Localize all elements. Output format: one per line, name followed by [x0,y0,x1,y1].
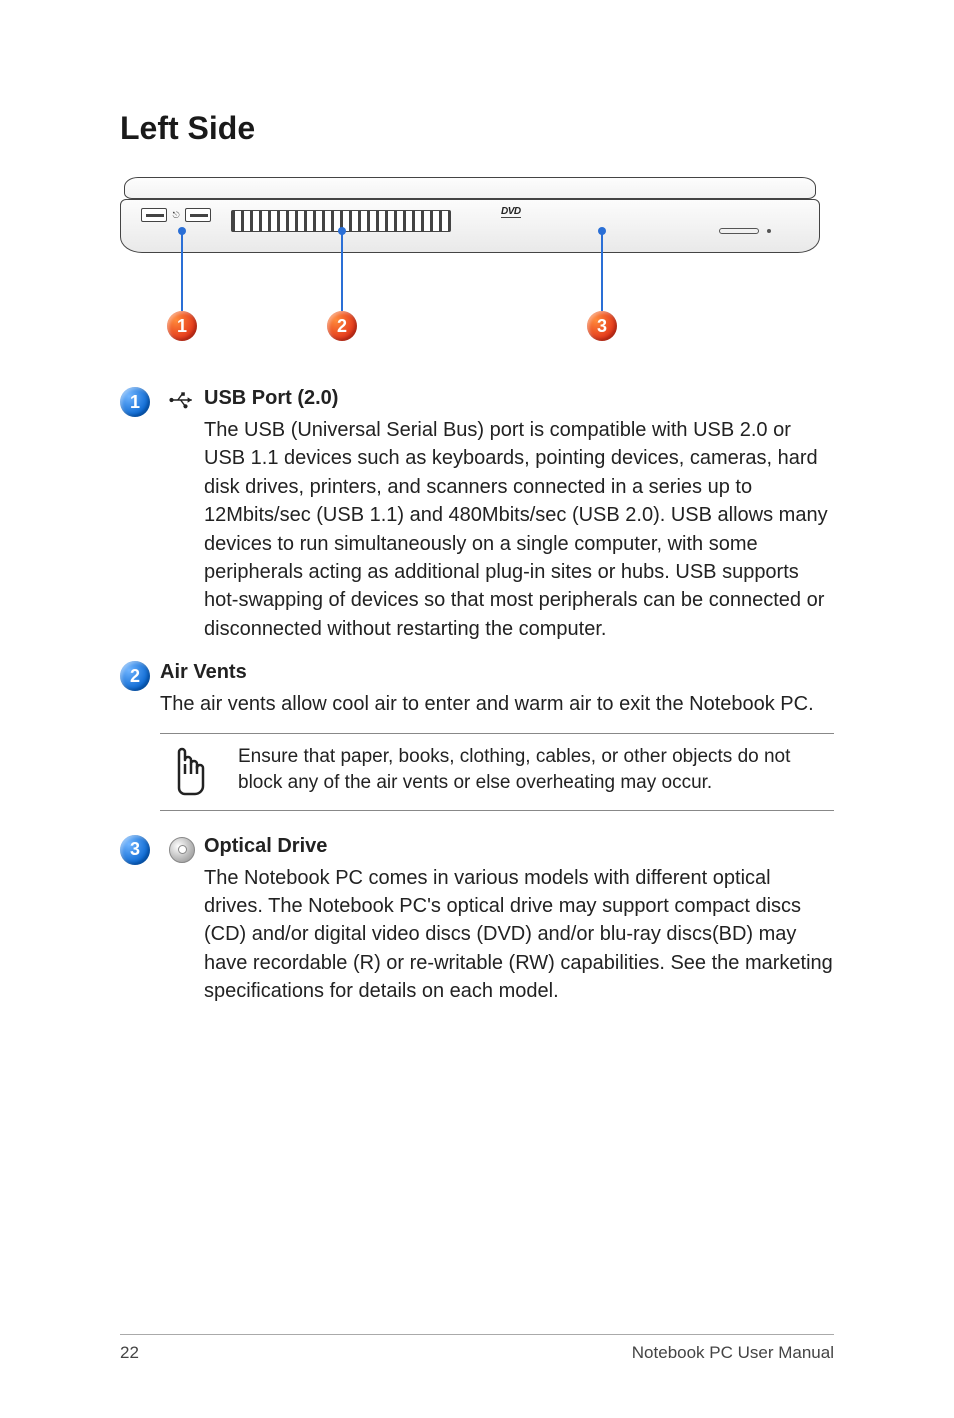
callout-2-badge: 2 [327,311,357,341]
page-footer: 22 Notebook PC User Manual [120,1334,834,1363]
laptop-illustration: ⎋ DVD [120,177,820,257]
footer-title: Notebook PC User Manual [632,1343,834,1363]
usb-ports-graphic: ⎋ [141,208,213,224]
dvd-label: DVD [501,206,521,218]
item-3: 3 Optical Drive The Notebook PC comes in… [120,835,834,1006]
item-1-body: The USB (Universal Serial Bus) port is c… [204,416,834,643]
item-2-title: Air Vents [160,661,834,684]
callout-3-line [601,231,603,311]
item-1-title: USB Port (2.0) [204,387,834,410]
callout-3-badge: 3 [587,311,617,341]
caution-hand-icon [165,744,215,798]
item-3-badge: 3 [120,835,150,865]
item-1-badge: 1 [120,387,150,417]
item-2-body: The air vents allow cool air to enter an… [160,690,834,718]
optical-disc-icon [169,837,195,863]
item-2-note: Ensure that paper, books, clothing, cabl… [160,733,834,811]
eject-pinhole-graphic [767,229,771,233]
callout-1-badge: 1 [167,311,197,341]
left-side-diagram: ⎋ DVD 1 2 3 [120,177,820,357]
page-heading: Left Side [120,110,834,147]
item-3-body: The Notebook PC comes in various models … [204,864,834,1006]
item-2: 2 Air Vents The air vents allow cool air… [120,661,834,828]
item-1: 1 USB Port (2.0) The USB (Universal Seri… [120,387,834,643]
item-2-note-text: Ensure that paper, books, clothing, cabl… [238,744,834,796]
callout-2-line [341,231,343,311]
page-number: 22 [120,1343,139,1363]
callout-1-line [181,231,183,311]
usb-icon [168,389,196,411]
item-2-badge: 2 [120,661,150,691]
item-3-title: Optical Drive [204,835,834,858]
eject-slot-graphic [719,228,759,234]
